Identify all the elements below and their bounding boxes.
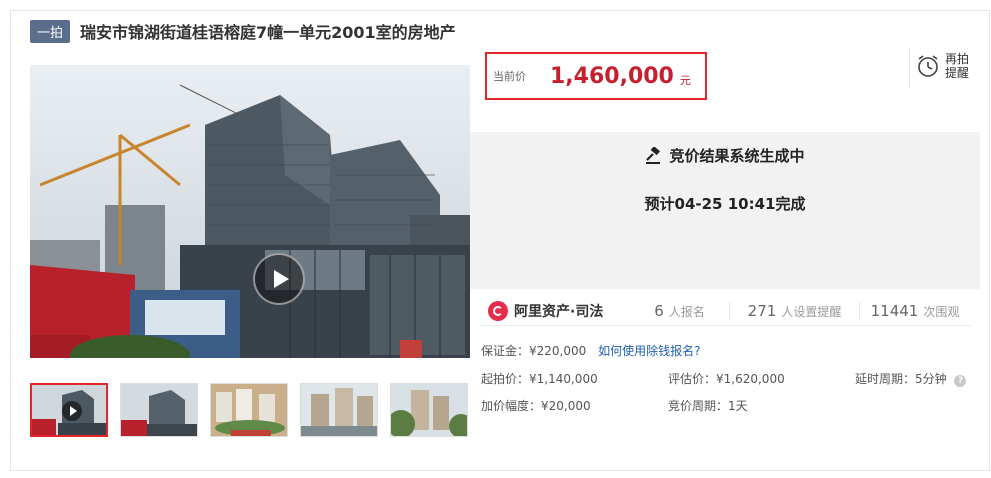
appraisal-price: 评估价：¥1,620,000	[668, 372, 785, 386]
remind-label: 再拍 提醒	[945, 52, 971, 80]
stat-label: 人报名	[668, 304, 705, 319]
delay-period: 延时周期：5分钟	[855, 372, 947, 386]
stat-reminders: 271 人设置提醒	[730, 301, 860, 320]
status-title: 竞价结果系统生成中	[470, 145, 980, 166]
auction-status-panel: 竞价结果系统生成中 预计04-25 10:41完成	[470, 132, 980, 289]
property-title: 瑞安市锦湖街道桂语榕庭7幢一单元2001室的房地产	[80, 23, 456, 42]
thumbnail-photo-3[interactable]	[210, 383, 288, 437]
stat-label: 次围观	[923, 304, 960, 319]
stats-row: 阿里资产·司法 6 人报名 271 人设置提醒 11441 次围观	[480, 296, 972, 326]
current-price-box: 当前价 1,460,000 元	[485, 52, 707, 100]
thumbnail-video[interactable]	[30, 383, 108, 437]
bid-increment: 加价幅度：¥20,000	[481, 399, 591, 413]
alibaba-asset-logo-icon	[488, 300, 508, 321]
divider	[909, 48, 910, 88]
thumbnail-photo-4[interactable]	[300, 383, 378, 437]
gavel-icon	[646, 146, 661, 164]
thumbnail-image	[121, 384, 197, 436]
thumbnail-photo-5[interactable]	[390, 383, 468, 437]
stat-views: 11441 次围观	[860, 302, 970, 320]
main-photo-video[interactable]	[30, 65, 470, 358]
stat-number: 11441	[870, 301, 919, 320]
thumbnail-strip	[30, 383, 468, 437]
alarm-clock-icon	[918, 55, 938, 77]
deposit-text: 保证金：¥220,000	[481, 344, 587, 358]
current-price-value: 1,460,000	[550, 63, 674, 89]
thumbnail-image	[211, 384, 287, 436]
deposit-info: 保证金：¥220,000 如何使用除钱报名?	[481, 342, 700, 359]
status-eta: 预计04-25 10:41完成	[644, 195, 806, 213]
main-photo-image	[30, 65, 470, 358]
platform-logo[interactable]: 阿里资产·司法	[480, 300, 630, 321]
thumbnail-image	[301, 384, 377, 436]
reauction-remind-button[interactable]: 再拍 提醒	[917, 52, 971, 80]
current-price-unit: 元	[679, 74, 691, 87]
delay-period-info: 延时周期：5分钟 ?	[855, 370, 967, 387]
remind-label-line1: 再拍	[945, 52, 970, 66]
start-price: 起拍价：¥1,140,000	[481, 372, 598, 386]
platform-name: 阿里资产·司法	[514, 303, 604, 320]
thumbnail-image	[391, 384, 467, 436]
deposit-help-link[interactable]: 如何使用除钱报名?	[598, 344, 700, 358]
auction-period: 竞价周期：1天	[668, 399, 748, 413]
stat-number: 271	[747, 301, 777, 320]
auction-round-tag: 一拍	[30, 19, 71, 43]
remind-label-line2: 提醒	[945, 66, 970, 80]
title-row: 一拍 瑞安市锦湖街道桂语榕庭7幢一单元2001室的房地产	[30, 18, 456, 44]
play-icon	[62, 401, 82, 421]
stat-number: 6	[654, 301, 664, 320]
stat-signups: 6 人报名	[630, 301, 730, 320]
status-title-text: 竞价结果系统生成中	[669, 147, 805, 165]
thumbnail-photo-2[interactable]	[120, 383, 198, 437]
stat-label: 人设置提醒	[781, 304, 842, 319]
current-price-label: 当前价	[493, 70, 526, 83]
play-icon	[273, 270, 289, 288]
help-circle-icon[interactable]: ?	[954, 375, 967, 387]
play-button[interactable]	[253, 253, 305, 305]
